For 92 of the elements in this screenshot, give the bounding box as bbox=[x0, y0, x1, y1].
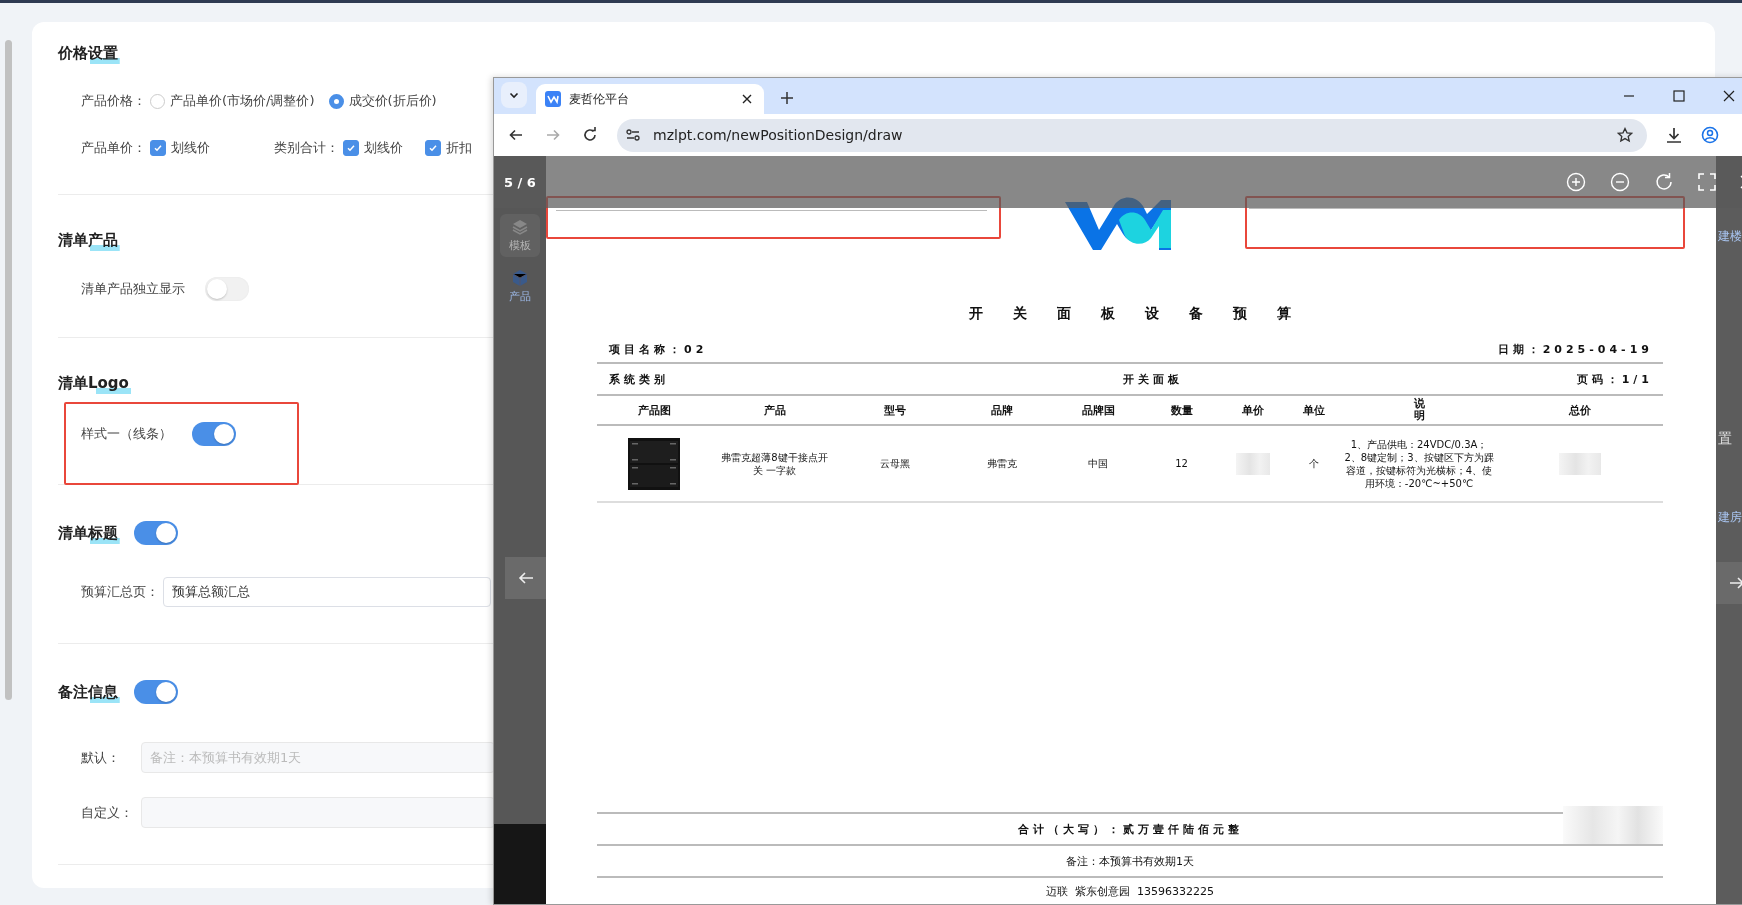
field-label: 产品单价： bbox=[81, 139, 146, 157]
checkbox[interactable] bbox=[343, 140, 359, 156]
column-header: 单价 bbox=[1240, 402, 1265, 418]
document-date: 日期：2025-04-19 bbox=[1497, 341, 1653, 357]
page-number: 页码：1/1 bbox=[1576, 371, 1653, 387]
previous-page-button[interactable] bbox=[505, 557, 547, 599]
close-icon bbox=[742, 94, 752, 104]
option-label[interactable]: 折扣 bbox=[446, 139, 472, 157]
field-label: 类别合计： bbox=[274, 139, 339, 157]
right-arrow-icon bbox=[1729, 575, 1742, 591]
zoom-out-icon[interactable] bbox=[1610, 172, 1630, 192]
zoom-in-icon[interactable] bbox=[1566, 172, 1586, 192]
table-cell: 中国 bbox=[1088, 457, 1108, 470]
menu-item[interactable]: 建楼 bbox=[1716, 228, 1742, 245]
column-header: 总价 bbox=[1567, 402, 1592, 418]
checkbox[interactable] bbox=[150, 140, 166, 156]
section-title: 备注信息 bbox=[58, 681, 120, 703]
reload-icon[interactable] bbox=[582, 127, 598, 143]
page-counter: 5 / 6 bbox=[504, 174, 536, 190]
profile-icon[interactable] bbox=[1701, 126, 1719, 144]
remark-text: 备注：本预算书有效期1天 bbox=[1066, 853, 1194, 869]
site-settings-icon bbox=[625, 127, 641, 143]
section-title: 清单产品 bbox=[58, 229, 120, 251]
column-header: 品牌国 bbox=[1080, 402, 1116, 418]
redacted-value bbox=[1235, 452, 1270, 475]
document-title: 开关面板设备预算 bbox=[968, 304, 1322, 323]
table-cell: 弗雷克 bbox=[987, 457, 1017, 470]
field-label: 默认： bbox=[81, 748, 121, 767]
radio-button[interactable] bbox=[150, 93, 165, 109]
tab-list-button[interactable] bbox=[501, 82, 527, 108]
field-label: 样式一（线条） bbox=[81, 425, 172, 443]
column-header: 说明 bbox=[1413, 398, 1425, 422]
column-header: 单位 bbox=[1301, 402, 1326, 418]
star-icon[interactable] bbox=[1617, 127, 1633, 143]
check-icon bbox=[428, 143, 438, 153]
field-label: 预算汇总页： bbox=[81, 583, 159, 601]
category-name: 开关面板 bbox=[1122, 371, 1183, 387]
table-cell: 12 bbox=[1175, 457, 1188, 470]
option-label[interactable]: 划线价 bbox=[171, 139, 210, 157]
left-arrow-icon bbox=[518, 570, 534, 586]
category-label: 系统类别 bbox=[609, 371, 669, 387]
redacted-value bbox=[1559, 452, 1601, 475]
forward-arrow-icon[interactable] bbox=[545, 127, 561, 143]
fullscreen-icon[interactable] bbox=[1698, 173, 1716, 191]
plus-icon[interactable] bbox=[780, 91, 794, 105]
maximize-icon[interactable] bbox=[1673, 90, 1685, 102]
table-cell: 个 bbox=[1308, 457, 1319, 470]
project-name: 项目名称：02 bbox=[609, 341, 708, 357]
contact-info: 迈联 紫东创意园 13596332225 bbox=[1046, 883, 1214, 899]
toggle-switch[interactable] bbox=[134, 521, 178, 545]
toggle-switch[interactable] bbox=[134, 680, 178, 704]
tab-title: 麦哲伦平台 bbox=[569, 90, 630, 108]
menu-item[interactable]: 建房 bbox=[1716, 509, 1742, 526]
toggle-switch[interactable] bbox=[192, 422, 236, 446]
scrollbar[interactable] bbox=[5, 40, 12, 700]
menu-item[interactable]: 置 bbox=[1716, 430, 1742, 448]
radio-button[interactable] bbox=[328, 93, 344, 109]
close-icon[interactable] bbox=[1723, 90, 1735, 102]
back-arrow-icon[interactable] bbox=[508, 127, 524, 143]
section-title: 清单Logo bbox=[58, 372, 131, 394]
toggle-switch[interactable] bbox=[205, 277, 249, 301]
column-header: 品牌 bbox=[990, 402, 1014, 418]
logo-icon bbox=[545, 91, 561, 107]
field-label: 产品价格： bbox=[81, 92, 146, 110]
column-header: 产品图 bbox=[636, 402, 672, 418]
column-header: 型号 bbox=[883, 402, 907, 418]
column-header: 产品 bbox=[762, 402, 787, 418]
column-header: 数量 bbox=[1169, 402, 1194, 418]
section-title: 清单标题 bbox=[58, 522, 120, 544]
table-cell-text: 弗雷克超薄8键干接点开关 一字款 bbox=[720, 450, 829, 477]
option-label[interactable]: 产品单价(市场价/调整价) bbox=[170, 92, 315, 110]
table-cell: 云母黑 bbox=[880, 457, 910, 470]
option-label[interactable]: 划线价 bbox=[364, 139, 403, 157]
check-icon bbox=[153, 143, 163, 153]
section-title: 价格设置 bbox=[58, 42, 120, 64]
layers-icon bbox=[511, 218, 529, 236]
address-bar[interactable]: mzlpt.com/newPositionDesign/draw bbox=[617, 118, 1647, 152]
browser-tab[interactable]: 麦哲伦平台 bbox=[536, 84, 764, 114]
cube-icon bbox=[511, 269, 529, 287]
option-label[interactable]: 成交价(折后价) bbox=[348, 92, 437, 110]
field-label: 清单产品独立显示 bbox=[81, 280, 185, 298]
table-cell: 1、产品供电：24VDC/0.3A；2、8键定制；3、按键区下方为踝容道，按键标符为光横标；4、使用环境：-20℃~+50℃ bbox=[1343, 437, 1495, 490]
sidebar-item[interactable]: 产品 bbox=[500, 265, 540, 308]
rotate-icon[interactable] bbox=[1654, 172, 1674, 192]
check-icon bbox=[346, 143, 356, 153]
text-field[interactable] bbox=[141, 797, 495, 828]
download-icon[interactable] bbox=[1665, 126, 1683, 144]
url-text: mzlpt.com/newPositionDesign/draw bbox=[653, 127, 904, 143]
text-field[interactable]: 预算总额汇总 bbox=[163, 577, 491, 607]
checkbox[interactable] bbox=[425, 140, 441, 156]
total-amount: 合计（大写）：贰万壹仟陆佰元整 bbox=[1017, 821, 1243, 837]
field-label: 自定义： bbox=[81, 803, 134, 822]
